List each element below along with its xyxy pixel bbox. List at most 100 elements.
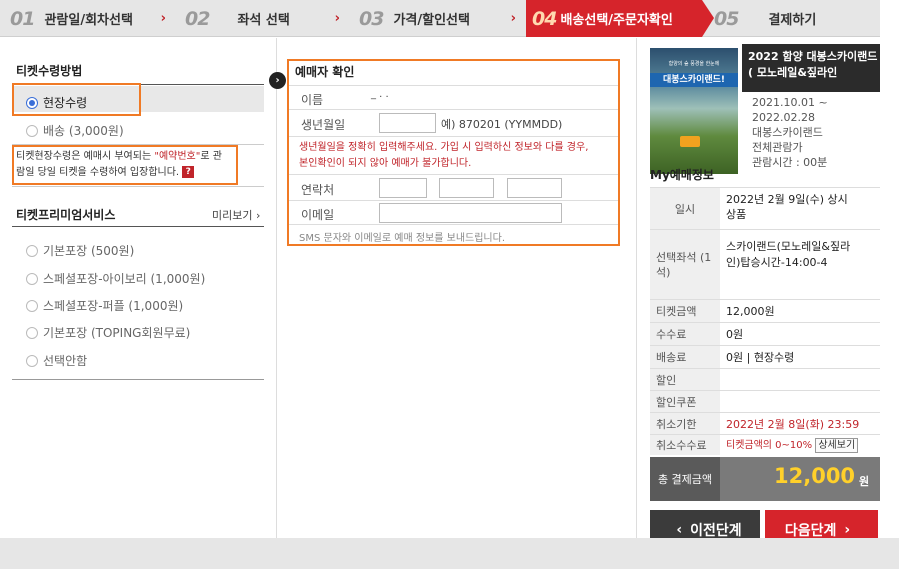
step-1-number: 01 — [10, 7, 35, 30]
radio-icon — [26, 272, 38, 285]
total-payment: 총 결제금액 12,000 원 — [650, 457, 880, 501]
radio-basic-pack[interactable]: 기본포장 (500원) — [26, 242, 134, 259]
radio-icon — [26, 124, 38, 137]
radio-delivery[interactable]: 배송 (3,000원) — [26, 122, 124, 139]
row-key: 티켓금액 — [650, 300, 720, 322]
step-4-label: 배송선택/주문자확인 — [560, 13, 673, 28]
table-row: 취소기한 2022년 2월 8일(화) 23:59 — [650, 412, 880, 434]
phone-input-1[interactable] — [379, 178, 427, 198]
row-value: 2022년 2월 8일(화) 23:59 — [726, 418, 860, 431]
notice-highlight-box — [12, 145, 238, 185]
chevron-right-icon: › — [844, 522, 851, 538]
row-value: 0원 — [726, 328, 744, 341]
step-5-label: 결제하기 — [768, 13, 817, 28]
sms-row: SMS 문자와 이메일로 예매 정보를 보내드립니다. — [289, 224, 618, 244]
table-row: 일시 2022년 2월 9일(수) 상시 상품 — [650, 187, 880, 229]
step-4[interactable]: 04 배송선택/주문자확인 — [526, 0, 702, 37]
preview-link[interactable]: 미리보기 › — [212, 207, 260, 223]
step-2-number: 02 — [185, 7, 210, 30]
radio-label: 스페셜포장-아이보리 (1,000원) — [43, 272, 206, 286]
radio-icon — [26, 244, 38, 257]
bottom-bar — [0, 538, 899, 569]
radio-special-purple[interactable]: 스페셜포장-퍼플 (1,000원) — [26, 297, 183, 314]
row-value: 0원 | 현장수령 — [726, 351, 795, 364]
table-row: 선택좌석 (1석) 스카이랜드(모노레일&짚라 인)탑승시간-14:00-4 — [650, 229, 880, 299]
row-value: 2022년 2월 9일(수) 상시 — [726, 193, 848, 206]
radio-label: 선택안함 — [43, 354, 88, 368]
row-key: 일시 — [650, 188, 720, 229]
birth-hint: 예) 870201 (YYMMDD) — [441, 118, 563, 131]
step-5-number: 05 — [714, 7, 739, 30]
row-value: 스카이랜드(모노레일&짚라 — [726, 240, 851, 253]
radio-none[interactable]: 선택안함 — [26, 352, 87, 369]
radio-icon — [26, 299, 38, 312]
step-4-arrow-tip — [702, 0, 714, 37]
ticket-method-title: 티켓수령방법 — [16, 64, 83, 78]
venue: 대봉스카이랜드 — [752, 126, 823, 139]
table-row: 할인쿠폰 — [650, 390, 880, 412]
step-3-number: 03 — [359, 7, 384, 30]
chevron-left-icon: ‹ — [676, 522, 683, 538]
step-3-label: 가격/할인선택 — [393, 13, 470, 28]
event-poster[interactable]: 함양의 숲 풍경을 한눈에 대봉스카이랜드! — [650, 48, 738, 174]
chevron-right-icon: › — [510, 11, 516, 26]
age-rating: 전체관람가 — [752, 141, 803, 154]
row-key: 배송료 — [650, 346, 720, 368]
detail-view-button[interactable]: 상세보기 — [815, 438, 859, 453]
name-value: _ . . — [371, 89, 389, 100]
product-title: 2022 함양 대봉스카이랜드 ( 모노레일&짚라인 — [748, 50, 878, 79]
total-amount: 12,000 — [774, 464, 856, 488]
total-label: 총 결제금액 — [650, 457, 720, 501]
email-input[interactable] — [379, 203, 562, 223]
step-2[interactable]: 02 좌석 선택 › — [177, 0, 350, 37]
phone-input-3[interactable] — [507, 178, 562, 198]
table-row: 수수료 0원 — [650, 322, 880, 345]
name-row: 이름 _ . . — [289, 85, 618, 109]
column-divider — [636, 38, 637, 538]
row-key: 선택좌석 (1석) — [650, 230, 720, 299]
birth-row: 생년월일 예) 870201 (YYMMDD) — [289, 109, 618, 136]
email-row: 이메일 — [289, 200, 618, 224]
booker-title: 예매자 확인 — [295, 65, 355, 79]
chevron-right-icon: › — [269, 72, 286, 89]
highlight-box — [12, 83, 141, 116]
step-1-label: 관람일/회차선택 — [44, 13, 133, 28]
phone-row: 연락처 — [289, 174, 618, 200]
left-panel: 티켓수령방법 현장수령 배송 (3,000원) 티켓현장수령은 예매시 부여되는… — [0, 38, 276, 538]
period-start: 2021.10.01 ~ — [752, 96, 828, 109]
cancel-fee-text: 티켓금액의 0~10% — [726, 440, 813, 451]
table-row: 할인 — [650, 368, 880, 390]
sms-note: SMS 문자와 이메일로 예매 정보를 보내드립니다. — [299, 233, 505, 244]
chevron-right-icon: › — [160, 11, 166, 26]
row-key: 할인 — [650, 369, 720, 390]
radio-basic-toping[interactable]: 기본포장 (TOPING회원무료) — [26, 324, 190, 341]
radio-label: 스페셜포장-퍼플 (1,000원) — [43, 299, 184, 313]
warning-row: 생년월일을 정확히 입력해주세요. 가입 시 입력하신 정보와 다를 경우, 본… — [289, 136, 618, 174]
step-navigation: 01 관람일/회차선택 › 02 좌석 선택 › 03 가격/할인선택 › 04… — [0, 0, 880, 37]
poster-subtitle: 함양의 숲 풍경을 한눈에 — [668, 61, 720, 67]
my-booking-table: 일시 2022년 2월 9일(수) 상시 상품 선택좌석 (1석) 스카이랜드(… — [650, 187, 880, 455]
step-1[interactable]: 01 관람일/회차선택 › — [0, 0, 176, 37]
chevron-right-icon: › — [334, 11, 340, 26]
step-5[interactable]: 05 결제하기 — [710, 0, 880, 37]
period-end: 2022.02.28 — [752, 111, 815, 124]
row-value: 12,000원 — [726, 305, 775, 318]
birth-warning-line-2: 본인확인이 되지 않아 예매가 불가합니다. — [299, 158, 472, 169]
total-unit: 원 — [859, 475, 870, 488]
step-3[interactable]: 03 가격/할인선택 › — [351, 0, 526, 37]
birth-warning-line-1: 생년월일을 정확히 입력해주세요. 가입 시 입력하신 정보와 다를 경우, — [299, 142, 589, 153]
order-summary-panel: 함양의 숲 풍경을 한눈에 대봉스카이랜드! 2022 함양 대봉스카이랜드 (… — [644, 38, 880, 550]
radio-special-ivory[interactable]: 스페셜포장-아이보리 (1,000원) — [26, 270, 205, 287]
birth-input[interactable] — [379, 113, 436, 133]
runtime: 관람시간 : 00분 — [752, 156, 828, 169]
step-2-label: 좌석 선택 — [237, 13, 290, 28]
phone-input-2[interactable] — [439, 178, 494, 198]
row-key: 수수료 — [650, 323, 720, 345]
radio-icon — [26, 354, 38, 367]
name-label: 이름 — [301, 93, 324, 107]
monorail-car — [680, 136, 700, 147]
next-step-label: 다음단계 — [784, 523, 837, 539]
radio-label: 배송 (3,000원) — [43, 124, 124, 138]
email-label: 이메일 — [301, 208, 335, 222]
row-value-2: 인)탑승시간-14:00-4 — [726, 256, 828, 269]
